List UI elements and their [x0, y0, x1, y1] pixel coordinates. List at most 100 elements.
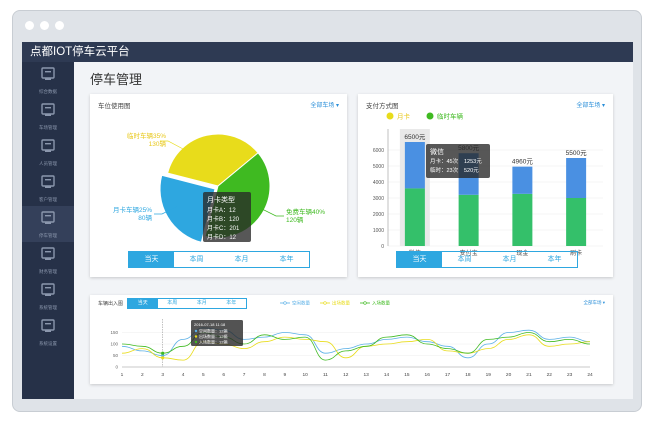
tab-3[interactable]: 本年 — [532, 252, 577, 267]
pie-chart: 临时车辆35%130辆月卡车辆25%80辆 免费车辆40%120辆 月卡类型月卡A：… — [113, 131, 325, 243]
sidebar-item-label: 客户管理 — [39, 196, 57, 202]
legend-label: 月卡 — [397, 112, 411, 121]
chart-icon — [40, 246, 56, 266]
y-tick-label: 0 — [115, 365, 118, 370]
window-dot-icon[interactable] — [25, 21, 34, 30]
bar-month[interactable] — [566, 158, 587, 198]
line-chart: 空闲数量 出场数量 入场数量0501001501 2 3 4 5 6 7 8 9 10 11 12 13 14… — [110, 300, 593, 378]
x-tick-label: 17 — [445, 372, 451, 378]
x-tick-label: 1 — [121, 372, 124, 378]
tab-1[interactable]: 本周 — [174, 252, 219, 267]
month-count: 80辆 — [138, 213, 152, 222]
legend-marker — [363, 301, 367, 305]
bar-temp[interactable] — [458, 194, 479, 246]
sidebar-item-0[interactable]: 综合数据 — [22, 62, 74, 98]
tooltip-marker — [194, 340, 198, 344]
tooltip-marker — [194, 335, 198, 338]
grid-icon — [40, 102, 56, 122]
bar-total-label: 5500元 — [566, 149, 587, 157]
hover-point — [161, 356, 165, 360]
tooltip-row: 入场数量：12辆 — [199, 339, 227, 345]
sidebar-item-label: 综合数据 — [39, 88, 57, 94]
x-tick-label: 16 — [425, 372, 431, 378]
tooltip-row: 出场数量：12辆 — [199, 333, 227, 339]
legend-label: 出场数量 — [332, 300, 350, 307]
tooltip-row: 520元 — [464, 167, 479, 174]
building-icon — [40, 66, 56, 86]
x-tick-label: 23 — [567, 372, 573, 378]
window-dot-icon[interactable] — [40, 21, 49, 30]
sidebar-item-5[interactable]: 财务管理 — [22, 242, 74, 278]
bar-temp[interactable] — [566, 198, 587, 246]
payment-card: 支付方式图 全部车场 ▾ 月卡 临时车辆 0 1000 2000 3000 4000 5000… — [358, 94, 613, 277]
x-tick-label: 10 — [302, 372, 308, 378]
temp-count: 130辆 — [149, 139, 167, 148]
payment-tabs: 当天 本周 本月 本年 — [396, 251, 578, 268]
tab-1[interactable]: 本周 — [442, 252, 487, 267]
page-title: 停车管理 — [90, 72, 143, 87]
x-tick-label: 7 — [243, 372, 246, 378]
x-tick-label: 11 — [323, 372, 328, 378]
bar-temp[interactable] — [404, 188, 425, 246]
tooltip-row: 空闲数量：12辆 — [199, 328, 227, 334]
legend-label: 临时车辆 — [437, 112, 464, 121]
sidebar-item-1[interactable]: 车场管理 — [22, 98, 74, 134]
y-tick-label: 100 — [110, 342, 118, 347]
tab-3[interactable]: 本年 — [264, 252, 309, 267]
y-tick-label: 2000 — [373, 212, 384, 218]
x-tick-label: 24 — [587, 372, 593, 378]
y-tick-label: 3000 — [373, 196, 384, 202]
sidebar-item-label: 系统管理 — [39, 304, 57, 310]
sidebar-item-3[interactable]: 客户管理 — [22, 170, 74, 206]
tooltip-row: 1253元 — [464, 158, 482, 165]
sidebar-item-label: 停车管理 — [39, 232, 57, 238]
tooltip-row: 月卡D：12 — [207, 233, 237, 241]
display-icon — [40, 174, 56, 194]
screen-icon — [40, 318, 56, 338]
y-tick-label: 4000 — [373, 180, 384, 186]
y-tick-label: 5000 — [373, 164, 384, 170]
sidebar-item-4[interactable]: 停车管理 — [22, 206, 74, 242]
tab-0[interactable]: 当天 — [397, 252, 442, 267]
monitor-icon — [40, 138, 56, 158]
sidebar-item-6[interactable]: 系统管理 — [22, 278, 74, 314]
sidebar-item-label: 人员管理 — [39, 160, 57, 166]
main-content: 停车管理 车位使用图 全部车场 ▾ 临时车辆35% 130辆 月卡车辆25% 80辆免… — [74, 62, 633, 399]
tab-0[interactable]: 当天 — [129, 252, 174, 267]
x-tick-label: 5 — [202, 372, 205, 378]
y-tick-label: 50 — [113, 353, 119, 358]
y-tick-label: 150 — [110, 330, 118, 335]
legend-marker — [283, 301, 287, 305]
bar-temp[interactable] — [512, 193, 533, 246]
free-label: 免费车辆40% — [286, 207, 325, 216]
bar-total-label: 6500元 — [404, 133, 425, 141]
x-tick-label: 6 — [222, 372, 225, 378]
tab-2[interactable]: 本月 — [219, 252, 264, 267]
x-tick-label: 21 — [526, 372, 532, 378]
temp-label: 临时车辆35% — [127, 131, 166, 140]
x-tick-label: 19 — [486, 372, 492, 378]
tab-2[interactable]: 本月 — [487, 252, 532, 267]
x-tick-label: 9 — [283, 372, 286, 378]
x-tick-label: 14 — [384, 372, 390, 378]
parking-tabs: 当天 本周 本月 本年 — [128, 251, 310, 268]
sidebar-item-2[interactable]: 人员管理 — [22, 134, 74, 170]
legend-label: 入场数量 — [372, 300, 390, 307]
window-dot-icon[interactable] — [55, 21, 64, 30]
x-tick-label: 8 — [263, 372, 266, 378]
car-icon — [40, 210, 56, 230]
parking-usage-card: 车位使用图 全部车场 ▾ 临时车辆35% 130辆 月卡车辆25% 80辆 免费车辆40… — [90, 94, 347, 277]
notebook-icon — [40, 282, 56, 302]
sidebar: 综合数据车场管理人员管理客户管理停车管理财务管理系统管理系统设置 — [22, 62, 74, 399]
hover-point — [161, 351, 165, 355]
bar-month[interactable] — [512, 166, 533, 194]
app-title: 点都IOT停车云平台 — [22, 42, 633, 62]
x-tick-label: 12 — [343, 372, 349, 378]
month-label: 月卡车辆25% — [113, 205, 152, 214]
y-tick-label: 6000 — [373, 148, 384, 154]
sidebar-item-7[interactable]: 系统设置 — [22, 314, 74, 350]
y-tick-label: 0 — [381, 244, 384, 250]
tooltip-date: 2016-07-18 11:18 — [194, 322, 226, 327]
bar-month[interactable] — [404, 142, 425, 189]
tooltip-marker — [194, 329, 198, 333]
